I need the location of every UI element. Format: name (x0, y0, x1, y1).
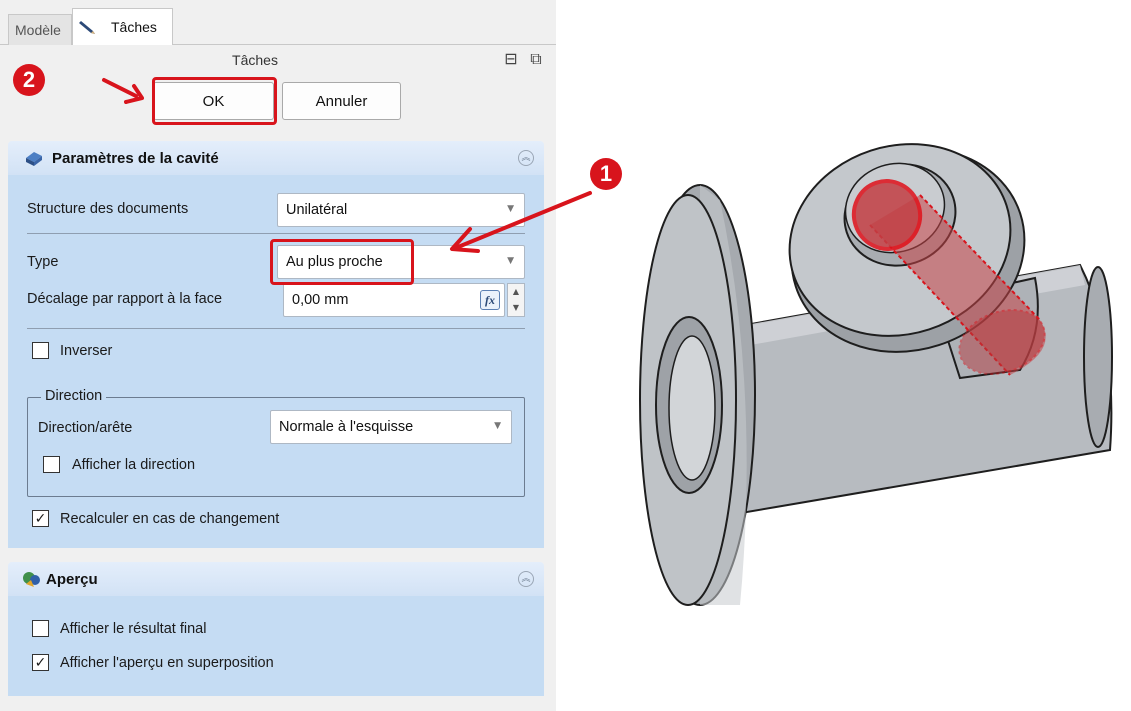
show-overlay-label: Afficher l'aperçu en superposition (60, 655, 274, 671)
pencil-icon (79, 21, 95, 34)
cancel-button[interactable]: Annuler (282, 82, 401, 120)
show-overlay-checkbox[interactable]: ✓ (32, 654, 49, 671)
pocket-params-header[interactable]: Paramètres de la cavité ︽ (8, 141, 544, 175)
ok-highlight-box (152, 77, 277, 125)
offset-label: Décalage par rapport à la face (27, 291, 223, 307)
tab-model-label: Modèle (15, 22, 61, 38)
offset-value: 0,00 mm (292, 292, 349, 308)
pocket-icon (26, 152, 42, 166)
reverse-checkbox[interactable] (32, 342, 49, 359)
3d-view[interactable] (556, 0, 1131, 711)
direction-edge-value: Normale à l'esquisse (279, 419, 414, 435)
collapse-icon[interactable]: ︽ (518, 150, 534, 166)
doc-structure-label: Structure des documents (27, 201, 189, 217)
task-panel: Modèle Tâches Tâches ⊟ ⧉ OK Annuler Para… (0, 0, 556, 711)
step-2-badge: 2 (13, 64, 45, 96)
direction-edge-label: Direction/arête (38, 420, 133, 436)
divider (27, 328, 525, 329)
window-restore-icon[interactable]: ⊟ (502, 50, 520, 68)
recalc-checkbox[interactable]: ✓ (32, 510, 49, 527)
reverse-label: Inverser (60, 343, 113, 359)
tab-tasks-label: Tâches (111, 19, 157, 35)
task-header-title: Tâches (232, 52, 278, 68)
pocket-params-title: Paramètres de la cavité (52, 149, 219, 167)
show-final-label: Afficher le résultat final (60, 621, 207, 637)
arrow-left-icon (450, 191, 592, 253)
show-final-checkbox[interactable] (32, 620, 49, 637)
preview-icon (23, 572, 40, 587)
arrow-right-icon (102, 78, 144, 104)
float-icon[interactable]: ⧉ (527, 50, 545, 68)
doc-structure-value: Unilatéral (286, 202, 348, 218)
offset-input[interactable]: 0,00 mm fx (283, 283, 505, 317)
preview-body: Afficher le résultat final ✓ Afficher l'… (8, 596, 544, 696)
collapse-icon[interactable]: ︽ (518, 571, 534, 587)
tab-model[interactable]: Modèle (8, 14, 72, 45)
tab-bar: Modèle Tâches (0, 8, 556, 45)
cancel-button-label: Annuler (315, 92, 368, 110)
preview-title: Aperçu (46, 570, 98, 588)
preview-header[interactable]: Aperçu ︽ (8, 562, 544, 596)
direction-group-title: Direction (41, 388, 107, 404)
direction-edge-select[interactable]: Normale à l'esquisse ▼ (270, 410, 512, 444)
type-label: Type (27, 254, 59, 270)
offset-spinner[interactable]: ▲ ▼ (507, 283, 525, 317)
recalc-label: Recalculer en cas de changement (60, 511, 280, 527)
tab-tasks[interactable]: Tâches (72, 8, 173, 45)
fx-icon[interactable]: fx (480, 290, 500, 310)
type-highlight-box (270, 239, 414, 285)
show-direction-label: Afficher la direction (72, 457, 196, 473)
show-direction-checkbox[interactable] (43, 456, 60, 473)
chevron-down-icon: ▼ (494, 421, 501, 431)
